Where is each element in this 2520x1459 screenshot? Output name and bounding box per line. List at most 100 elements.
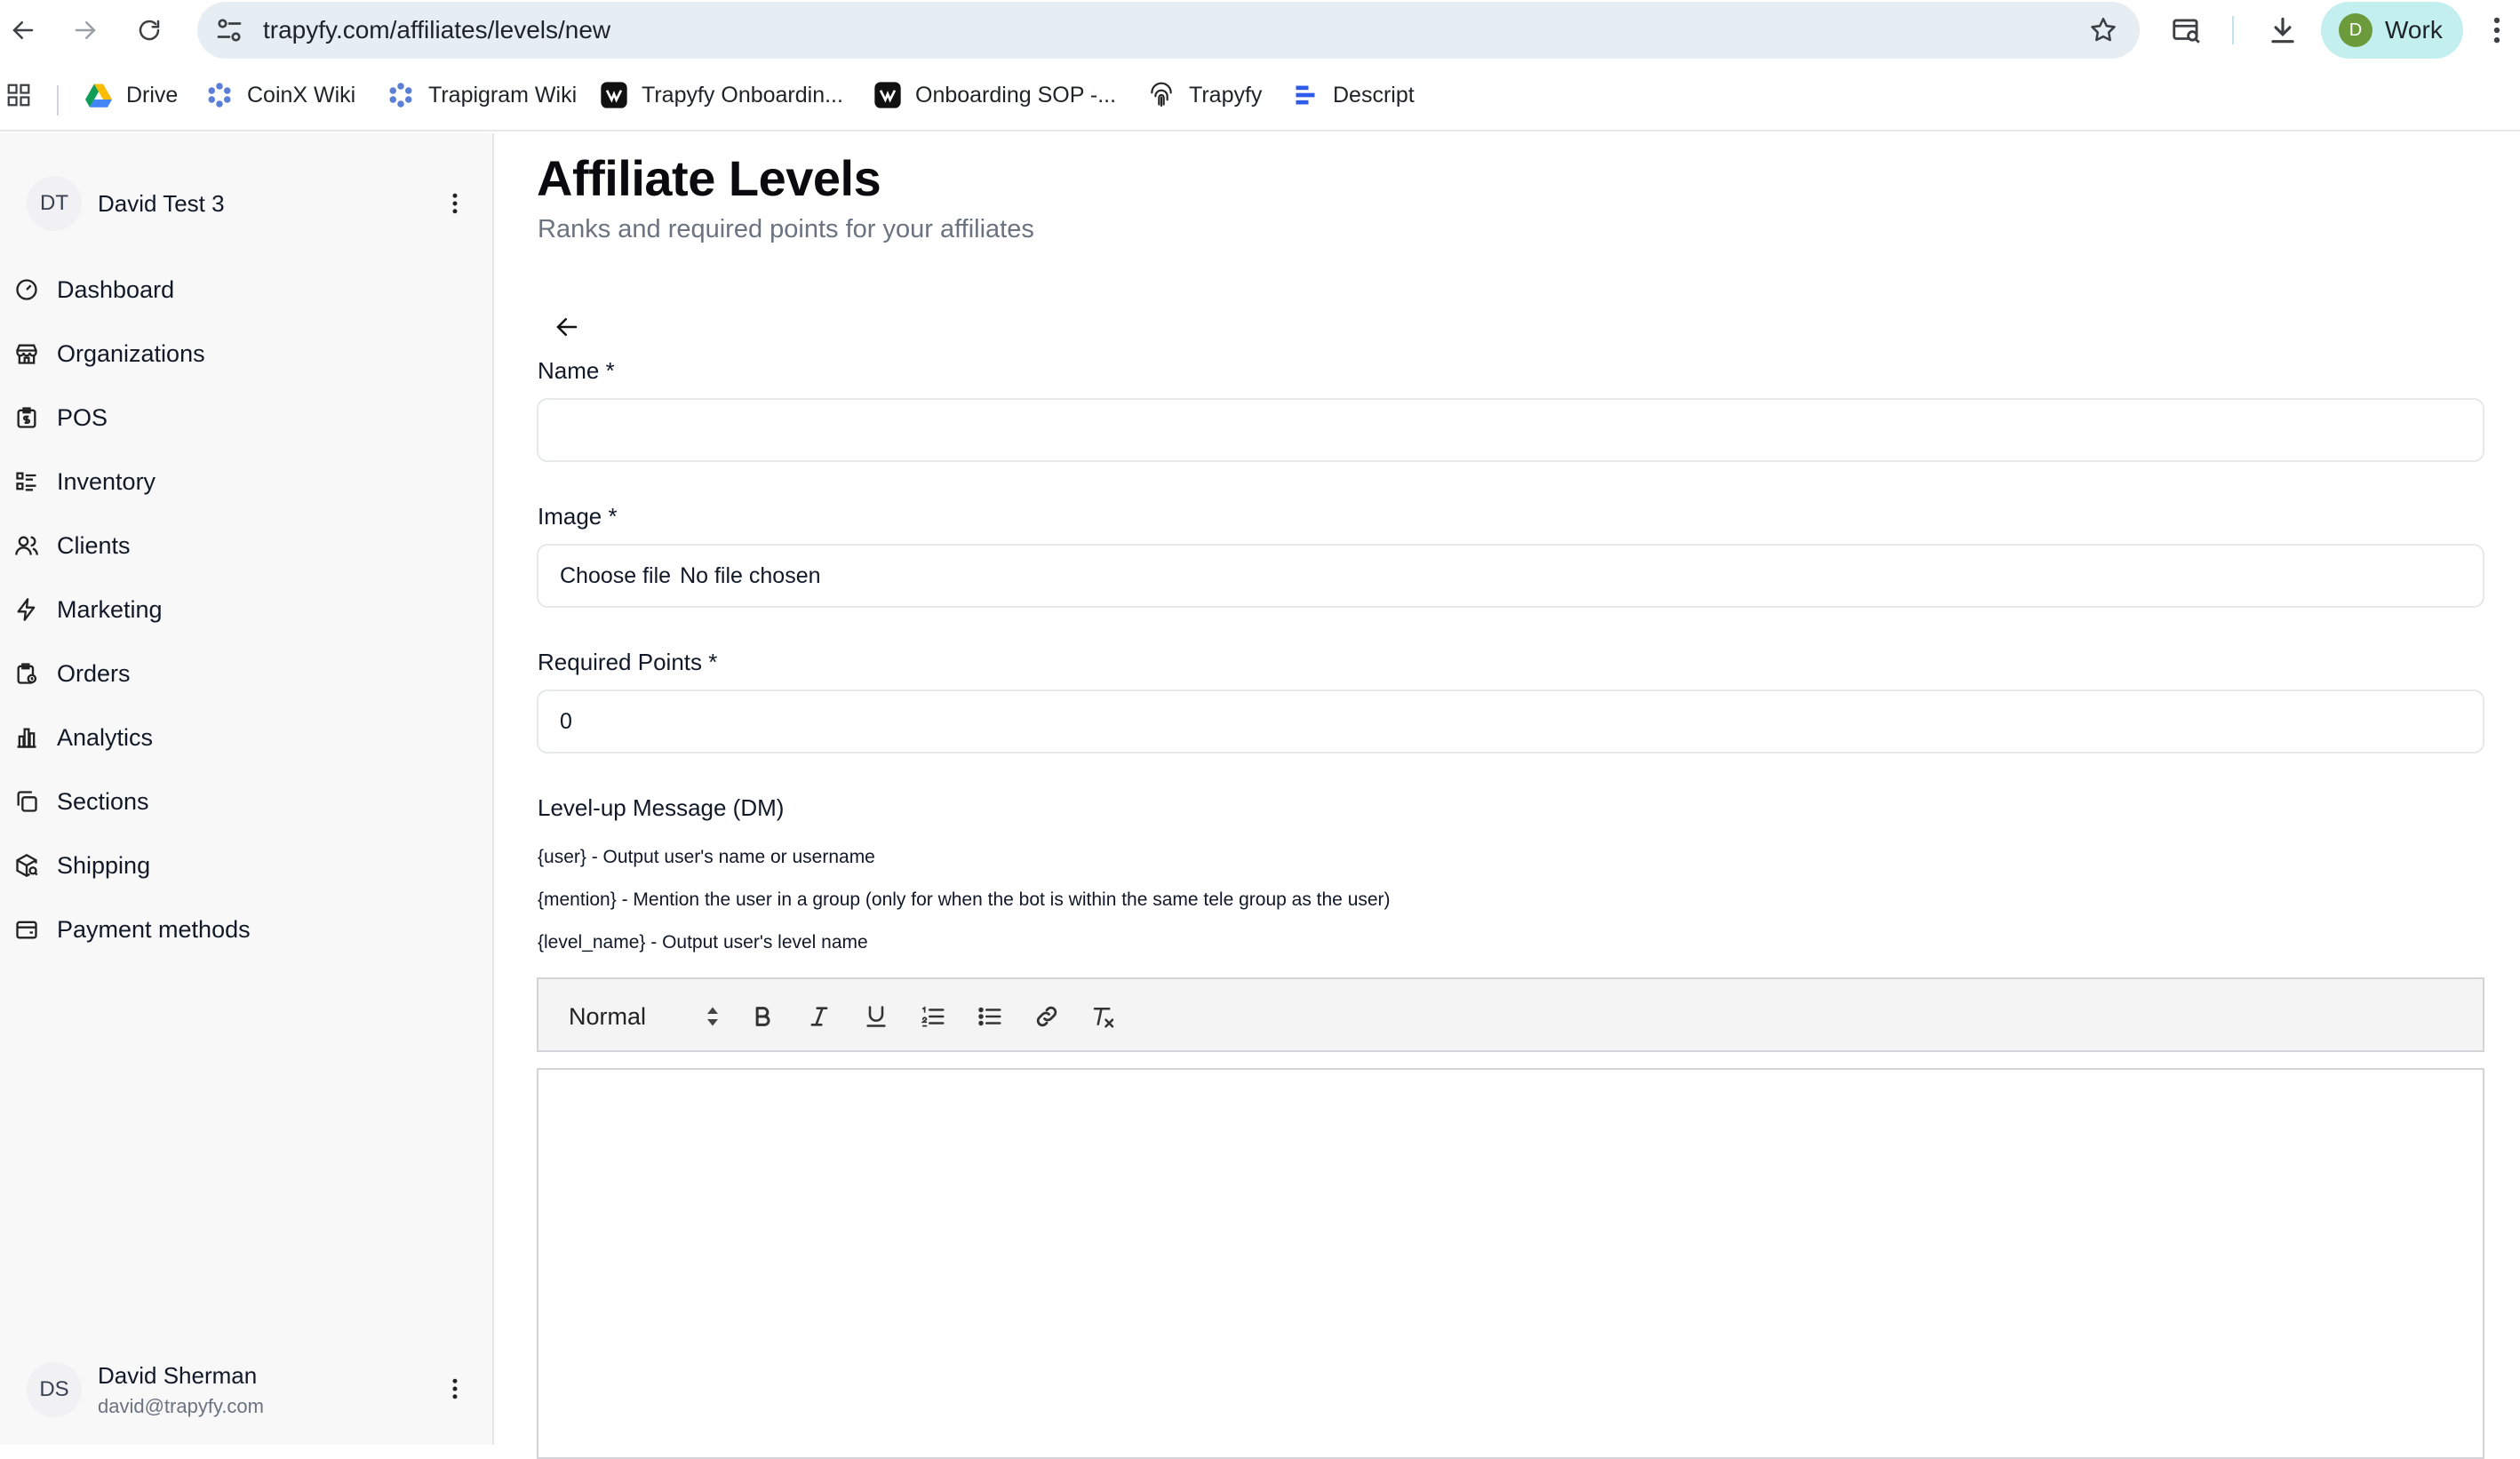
italic-icon[interactable] <box>801 999 837 1034</box>
level-up-message-label: Level-up Message (DM) <box>538 794 785 821</box>
app-sidebar: DT David Test 3 Dashboard Organizations … <box>0 133 494 1445</box>
sidebar-item-inventory[interactable]: Inventory <box>12 457 474 506</box>
package-search-icon <box>12 851 41 880</box>
wiki-icon <box>204 80 235 110</box>
profile-label: Work <box>2385 16 2443 44</box>
underline-icon[interactable] <box>858 999 894 1034</box>
user-name: David Sherman <box>98 1361 258 1389</box>
bar-chart-icon <box>12 723 41 752</box>
bookmark-label: Descript <box>1333 82 1415 108</box>
text-format-select[interactable]: Normal <box>569 999 720 1034</box>
image-file-input[interactable]: Choose file No file chosen <box>537 544 2484 608</box>
sidebar-item-sections[interactable]: Sections <box>12 777 474 826</box>
toolbar-divider <box>2232 16 2234 44</box>
bookmark-coinx-wiki[interactable]: CoinX Wiki <box>204 76 355 114</box>
sidebar-item-label: Dashboard <box>57 275 175 303</box>
fingerprint-icon <box>1146 80 1176 110</box>
sidebar-item-dashboard[interactable]: Dashboard <box>12 265 474 315</box>
browser-menu-icon[interactable] <box>2488 13 2506 47</box>
organization-switcher[interactable]: DT David Test 3 <box>27 176 471 231</box>
message-editor[interactable] <box>537 1068 2484 1459</box>
site-info-icon[interactable] <box>213 14 245 46</box>
sidebar-item-label: Organizations <box>57 339 205 367</box>
tab-search-icon[interactable] <box>2170 13 2204 47</box>
back-arrow-icon[interactable] <box>551 311 583 343</box>
sidebar-item-label: Analytics <box>57 723 154 751</box>
sidebar-item-label: Orders <box>57 659 131 687</box>
bookmark-trapyfy[interactable]: Trapyfy <box>1146 76 1262 114</box>
apps-grid-icon[interactable] <box>5 76 32 114</box>
sidebar-item-clients[interactable]: Clients <box>12 521 474 570</box>
receipt-dollar-icon <box>12 403 41 432</box>
sidebar-item-label: Clients <box>57 531 131 559</box>
image-label: Image * <box>538 503 618 530</box>
page-subtitle: Ranks and required points for your affil… <box>538 215 1034 243</box>
choose-file-button[interactable]: Choose file <box>560 563 671 589</box>
org-menu-icon[interactable] <box>439 187 471 219</box>
bookmark-drive[interactable]: Drive <box>84 76 178 114</box>
copy-icon <box>12 787 41 816</box>
bookmark-trapyfy-onboarding[interactable]: Trapyfy Onboardin... <box>599 76 843 114</box>
link-icon[interactable] <box>1029 999 1065 1034</box>
sidebar-item-marketing[interactable]: Marketing <box>12 585 474 634</box>
bookmark-label: Drive <box>126 82 179 108</box>
bookmark-trapigram-wiki[interactable]: Trapigram Wiki <box>386 76 577 114</box>
reload-icon[interactable] <box>132 12 167 48</box>
browser-toolbar: trapyfy.com/affiliates/levels/new D Work <box>0 0 2520 60</box>
sidebar-item-analytics[interactable]: Analytics <box>12 713 474 762</box>
download-icon[interactable] <box>2266 13 2300 47</box>
user-menu-icon[interactable] <box>439 1373 471 1405</box>
user-email: david@trapyfy.com <box>98 1394 264 1417</box>
user-avatar: DS <box>27 1362 82 1417</box>
bookmark-onboarding-sop[interactable]: Onboarding SOP -... <box>873 76 1116 114</box>
bold-icon[interactable] <box>745 999 780 1034</box>
sidebar-item-label: Marketing <box>57 595 163 623</box>
clear-format-icon[interactable] <box>1086 999 1121 1034</box>
sidebar-item-shipping[interactable]: Shipping <box>12 841 474 890</box>
sidebar-item-label: Sections <box>57 787 149 815</box>
descript-icon <box>1290 80 1320 110</box>
sidebar-item-label: Shipping <box>57 851 151 879</box>
name-input[interactable] <box>537 398 2484 462</box>
bullet-list-icon[interactable] <box>972 999 1008 1034</box>
bookmarks-bar: Drive CoinX Wiki Trapigram Wiki Trapyfy … <box>0 60 2520 132</box>
url-text: trapyfy.com/affiliates/levels/new <box>263 16 611 44</box>
wiki-icon <box>386 80 416 110</box>
address-bar[interactable]: trapyfy.com/affiliates/levels/new <box>197 2 2140 59</box>
bookmarks-divider <box>57 85 59 116</box>
bookmark-label: Onboarding SOP -... <box>915 82 1117 108</box>
select-caret-icon <box>706 1006 720 1027</box>
bookmark-label: Trapyfy Onboardin... <box>642 82 843 108</box>
page-title: Affiliate Levels <box>537 150 881 206</box>
required-points-input[interactable] <box>537 690 2484 753</box>
format-value: Normal <box>569 1002 647 1030</box>
required-points-label: Required Points * <box>538 649 718 675</box>
sidebar-item-orders[interactable]: Orders <box>12 649 474 698</box>
profile-chip[interactable]: D Work <box>2321 2 2463 59</box>
sidebar-item-payment-methods[interactable]: Payment methods <box>12 905 474 954</box>
notion-icon <box>873 80 903 110</box>
sidebar-item-label: POS <box>57 403 108 431</box>
profile-avatar: D <box>2339 13 2372 47</box>
placeholder-hint-level-name: {level_name} - Output user's level name <box>538 932 868 953</box>
sidebar-item-label: Payment methods <box>57 915 251 943</box>
user-account[interactable]: DS David Sherman david@trapyfy.com <box>27 1361 471 1418</box>
forward-arrow-icon[interactable] <box>68 12 103 48</box>
bookmark-star-icon[interactable] <box>2088 15 2118 45</box>
sidebar-item-label: Inventory <box>57 467 156 495</box>
users-icon <box>12 531 41 560</box>
file-status: No file chosen <box>680 562 821 588</box>
bookmark-label: CoinX Wiki <box>247 82 356 108</box>
zap-icon <box>12 595 41 624</box>
sidebar-item-pos[interactable]: POS <box>12 393 474 442</box>
placeholder-hint-user: {user} - Output user's name or username <box>538 847 875 867</box>
main-content: Affiliate Levels Ranks and required poin… <box>496 133 2520 1459</box>
notion-icon <box>599 80 629 110</box>
bookmark-descript[interactable]: Descript <box>1290 76 1415 114</box>
list-checks-icon <box>12 467 41 496</box>
name-label: Name * <box>538 357 615 384</box>
ordered-list-icon[interactable] <box>915 999 951 1034</box>
back-arrow-icon[interactable] <box>5 12 41 48</box>
sidebar-item-organizations[interactable]: Organizations <box>12 329 474 379</box>
drive-icon <box>84 80 114 110</box>
